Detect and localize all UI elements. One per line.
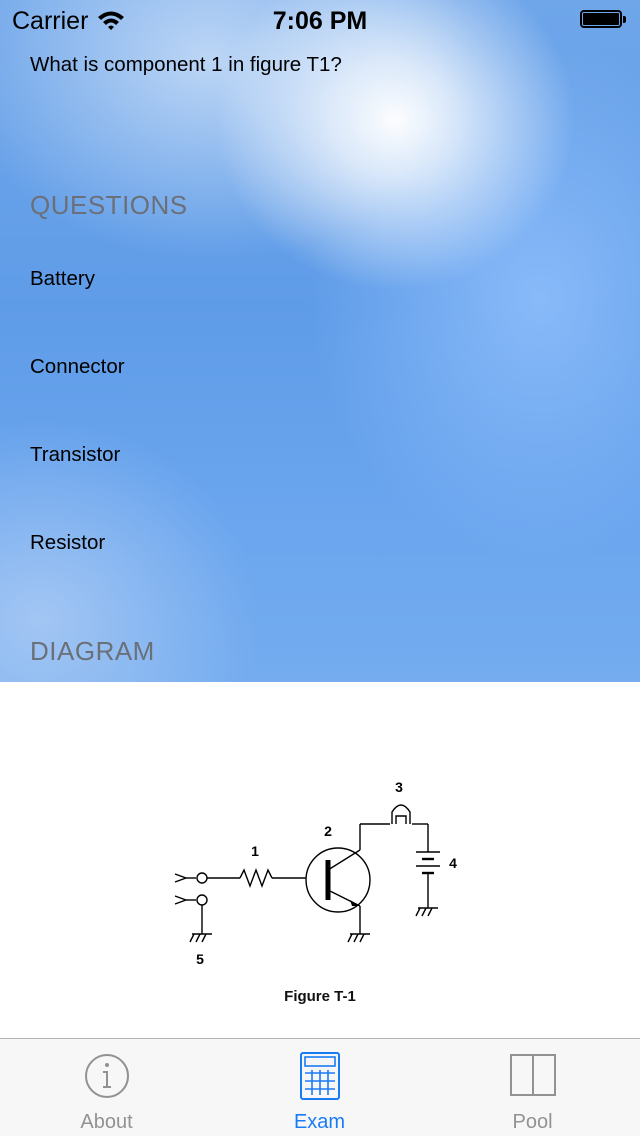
diagram-header: DIAGRAM bbox=[30, 636, 155, 666]
info-icon bbox=[84, 1054, 129, 1098]
label-5: 5 bbox=[196, 951, 204, 967]
answer-option-battery[interactable]: Battery bbox=[0, 236, 640, 324]
answer-list: Battery Connector Transistor Resistor bbox=[0, 236, 640, 588]
book-icon bbox=[509, 1054, 556, 1096]
input-arrow-top bbox=[174, 873, 189, 883]
answer-option-transistor[interactable]: Transistor bbox=[0, 412, 640, 500]
circuit-diagram: 1 2 3 4 5 bbox=[174, 779, 457, 967]
question-text: What is component 1 in figure T1? bbox=[30, 53, 342, 76]
battery-icon bbox=[580, 10, 626, 30]
answer-option-connector[interactable]: Connector bbox=[0, 324, 640, 412]
tab-exam[interactable]: Exam bbox=[213, 1039, 426, 1137]
answer-option-resistor[interactable]: Resistor bbox=[0, 500, 640, 588]
transistor-symbol bbox=[305, 847, 371, 913]
answer-label: Connector bbox=[30, 355, 125, 378]
figure-caption: Figure T-1 bbox=[284, 988, 356, 1005]
tab-bar: About Exam Pool bbox=[0, 1038, 640, 1136]
lamp-symbol bbox=[391, 804, 411, 824]
questions-header: QUESTIONS bbox=[30, 190, 188, 220]
diagram-panel: 1 2 3 4 5 Figure T-1 bbox=[0, 682, 640, 1038]
tab-pool-label: Pool bbox=[512, 1111, 553, 1133]
label-4: 4 bbox=[449, 855, 457, 871]
terminal-bottom bbox=[196, 894, 208, 906]
input-arrow-bottom bbox=[174, 895, 189, 905]
answer-label: Resistor bbox=[30, 531, 106, 554]
tab-pool[interactable]: Pool bbox=[426, 1039, 639, 1137]
label-1: 1 bbox=[251, 843, 259, 859]
label-3: 3 bbox=[395, 779, 403, 795]
calculator-icon bbox=[299, 1052, 340, 1100]
resistor-symbol bbox=[239, 868, 273, 888]
tab-about-label: About bbox=[80, 1111, 133, 1133]
label-2: 2 bbox=[324, 823, 332, 839]
clock: 7:06 PM bbox=[272, 7, 368, 35]
terminal-top bbox=[196, 872, 208, 884]
tab-exam-label: Exam bbox=[293, 1111, 346, 1133]
answer-label: Battery bbox=[30, 267, 95, 290]
status-bar: Carrier 7:06 PM bbox=[0, 0, 640, 40]
answer-label: Transistor bbox=[30, 443, 121, 466]
tab-about[interactable]: About bbox=[0, 1039, 213, 1137]
